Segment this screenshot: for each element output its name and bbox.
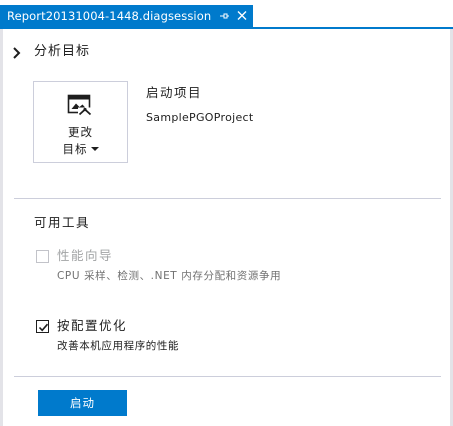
target-app-icon (67, 94, 95, 120)
change-target-button[interactable]: 更改 目标 (33, 81, 128, 163)
chevron-right-icon[interactable] (12, 46, 22, 59)
available-tools-header: 可用工具 (34, 215, 91, 230)
divider-bottom (14, 376, 441, 377)
performance-wizard-description: CPU 采样、检测、.NET 内存分配和资源争用 (57, 270, 282, 282)
pgo-description: 改善本机应用程序的性能 (57, 340, 180, 352)
startup-project-name: SamplePGOProject (146, 111, 254, 124)
document-tab[interactable]: Report20131004-1448.diagsession (0, 5, 253, 27)
close-icon[interactable] (236, 5, 248, 27)
dropdown-arrow-icon (90, 146, 99, 151)
pin-icon[interactable] (218, 5, 230, 27)
change-target-label-line2-text: 目标 (62, 142, 88, 156)
diagnostics-session-window: Report20131004-1448.diagsession 分析目标 更改 … (0, 0, 453, 426)
left-border (0, 29, 3, 426)
start-button[interactable]: 启动 (38, 390, 127, 416)
startup-project-title: 启动项目 (146, 85, 203, 100)
tab-underline (0, 27, 453, 29)
divider-top (14, 198, 441, 199)
pgo-checkbox[interactable] (36, 320, 49, 333)
pgo-label: 按配置优化 (57, 318, 128, 333)
document-tab-strip: Report20131004-1448.diagsession (0, 0, 453, 27)
checkmark-icon (38, 323, 49, 332)
section-title: 分析目标 (34, 44, 91, 59)
performance-wizard-checkbox[interactable] (36, 250, 49, 263)
performance-wizard-label: 性能向导 (57, 248, 114, 263)
change-target-label-line1: 更改 (68, 125, 93, 139)
change-target-label-line2: 目标 (34, 141, 127, 157)
tab-title: Report20131004-1448.diagsession (7, 9, 212, 23)
